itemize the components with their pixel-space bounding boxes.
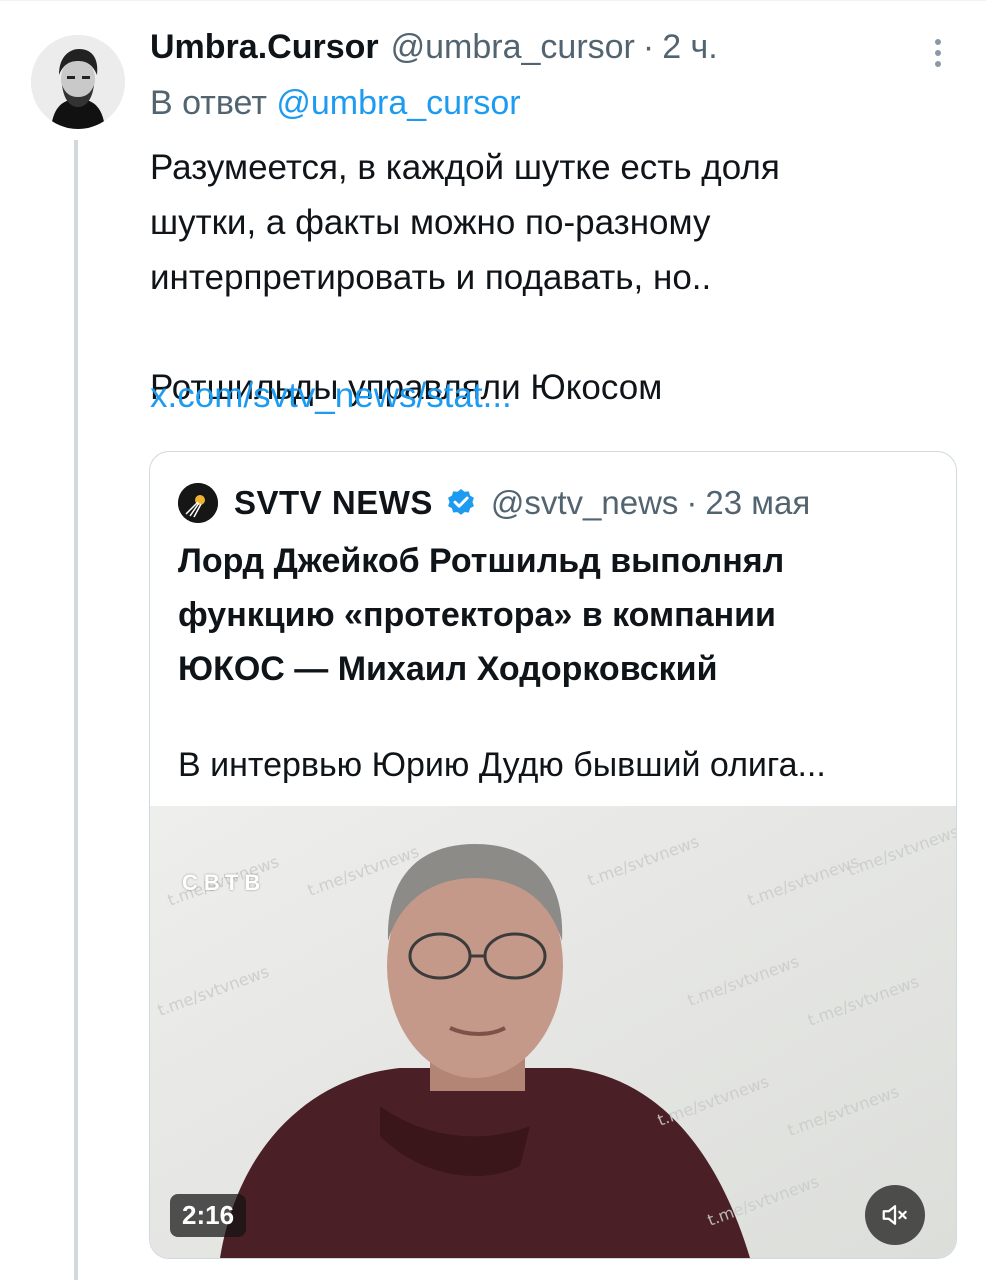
quoted-timestamp: 23 мая [705, 484, 811, 521]
separator-dot: · [642, 28, 655, 66]
volume-muted-icon [882, 1205, 907, 1225]
tweet-header: Umbra.Cursor @umbra_cursor · 2 ч. [150, 28, 906, 76]
quoted-tweet-title: Лорд Джейкоб Ротшильд выполнял функцию «… [178, 542, 785, 688]
top-divider [0, 0, 986, 1]
quoted-author-name: SVTV NEWS [234, 484, 433, 521]
verified-badge-icon [447, 489, 474, 515]
video-duration: 2:16 [170, 1194, 247, 1237]
video-player[interactable]: t.me/svtvnews t.me/svtvnews t.me/svtvnew… [150, 806, 956, 1258]
svtv-logo-icon [178, 483, 218, 523]
video-brand-mark: СВТВ [182, 870, 267, 895]
quoted-tweet-header: SVTV NEWS @svtv_news · 23 мая [178, 478, 936, 528]
separator-dot: · [686, 484, 698, 521]
timestamp[interactable]: 2 ч. [662, 28, 718, 67]
video-thumbnail: t.me/svtvnews t.me/svtvnews t.me/svtvnew… [150, 806, 956, 1258]
author-handle[interactable]: @umbra_cursor [391, 28, 635, 67]
author-name[interactable]: Umbra.Cursor [150, 28, 379, 67]
avatar-image [31, 35, 125, 129]
avatar[interactable] [31, 35, 125, 129]
more-vertical-icon[interactable] [924, 36, 952, 72]
reply-mention-link[interactable]: @umbra_cursor [276, 84, 520, 122]
quoted-tweet-excerpt: В интервью Юрию Дудю бывший олига... [178, 746, 826, 784]
tweet-link[interactable]: x.com/svtv_news/stat... [150, 368, 512, 423]
mute-button[interactable] [865, 1185, 925, 1245]
thread-connector-line [74, 140, 78, 1280]
reply-context: В ответ @umbra_cursor [150, 84, 521, 123]
reply-prefix: В ответ [150, 84, 267, 122]
quoted-tweet-card[interactable]: SVTV NEWS @svtv_news · 23 мая Лорд Джейк… [149, 451, 957, 1259]
quoted-author-handle: @svtv_news [490, 484, 679, 521]
